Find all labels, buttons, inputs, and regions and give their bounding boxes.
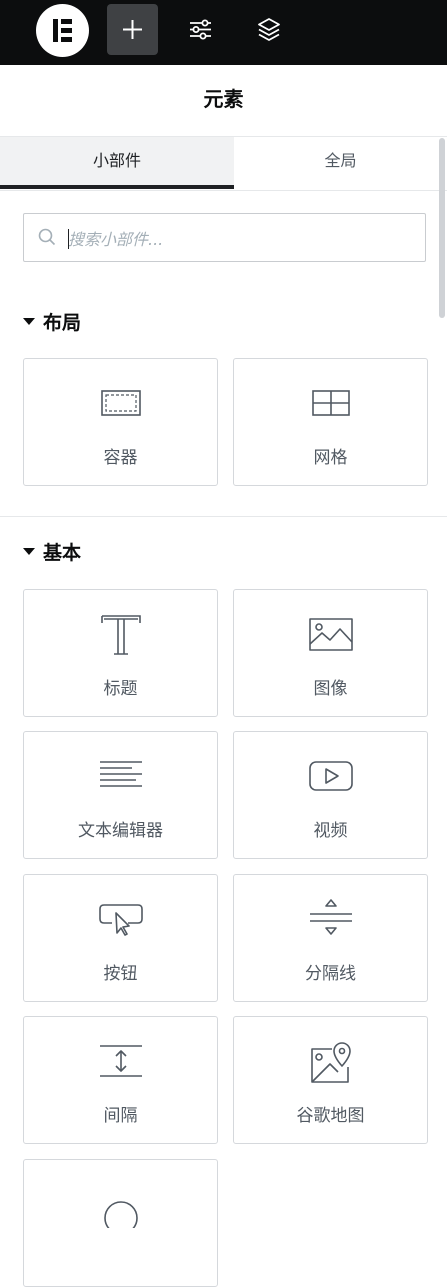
widget-image[interactable]: 图像 <box>233 589 428 717</box>
panel-tabs: 小部件 全局 <box>0 136 447 191</box>
widget-grid[interactable]: 网格 <box>233 358 428 486</box>
container-icon <box>101 390 141 416</box>
widget-google-maps[interactable]: 谷歌地图 <box>233 1016 428 1144</box>
widget-divider[interactable]: 分隔线 <box>233 874 428 1002</box>
section-title: 布局 <box>43 312 82 334</box>
panel-scrollbar[interactable] <box>439 138 445 318</box>
widget-label: 间隔 <box>103 1106 138 1126</box>
panel-title: 元素 <box>203 87 244 111</box>
search-input[interactable] <box>66 224 410 254</box>
caret-down-icon <box>23 548 35 555</box>
grid-icon <box>312 390 350 416</box>
sliders-icon <box>190 19 211 40</box>
plus-icon <box>123 20 142 39</box>
section-header-basic[interactable]: 基本 <box>23 539 81 567</box>
spacer-icon <box>100 1045 142 1077</box>
widget-label: 谷歌地图 <box>296 1106 365 1126</box>
section-header-layout[interactable]: 布局 <box>23 309 81 337</box>
image-icon <box>309 618 353 651</box>
widget-heading[interactable]: 标题 <box>23 589 218 717</box>
widget-label: 视频 <box>313 821 348 841</box>
widget-label: 文本编辑器 <box>78 821 163 841</box>
widget-label: 标题 <box>103 679 138 699</box>
tab-widgets-label: 小部件 <box>92 151 141 170</box>
active-tab-indicator <box>0 185 234 189</box>
widget-label: 按钮 <box>103 964 138 984</box>
top-toolbar <box>0 0 447 65</box>
widget-video[interactable]: 视频 <box>233 731 428 859</box>
heading-icon <box>101 615 141 655</box>
widget-text-editor[interactable]: 文本编辑器 <box>23 731 218 859</box>
caret-down-icon <box>23 318 35 325</box>
section-divider <box>0 516 447 517</box>
widget-label: 容器 <box>103 448 138 468</box>
widget-spacer[interactable]: 间隔 <box>23 1016 218 1144</box>
tab-widgets[interactable]: 小部件 <box>0 137 234 189</box>
text-cursor <box>68 229 69 249</box>
widget-partial[interactable] <box>23 1159 218 1287</box>
add-element-button[interactable] <box>107 4 158 55</box>
tab-global[interactable]: 全局 <box>234 137 447 189</box>
text-editor-icon <box>100 761 142 787</box>
layers-icon <box>258 18 280 41</box>
google-maps-icon <box>311 1042 351 1083</box>
divider-icon <box>310 899 352 935</box>
tab-global-label: 全局 <box>324 151 357 170</box>
widget-button[interactable]: 按钮 <box>23 874 218 1002</box>
widget-container[interactable]: 容器 <box>23 358 218 486</box>
navigator-button[interactable] <box>243 4 294 55</box>
widget-label: 图像 <box>313 679 348 699</box>
video-icon <box>309 761 353 791</box>
site-settings-button[interactable] <box>175 4 226 55</box>
section-title: 基本 <box>43 542 82 564</box>
elementor-logo[interactable] <box>36 4 89 57</box>
elementor-logo-icon <box>53 19 72 42</box>
button-icon <box>99 904 143 936</box>
widget-search-box <box>23 213 426 262</box>
search-icon <box>38 228 56 246</box>
widget-label: 分隔线 <box>305 964 356 984</box>
widget-label: 网格 <box>313 448 348 468</box>
